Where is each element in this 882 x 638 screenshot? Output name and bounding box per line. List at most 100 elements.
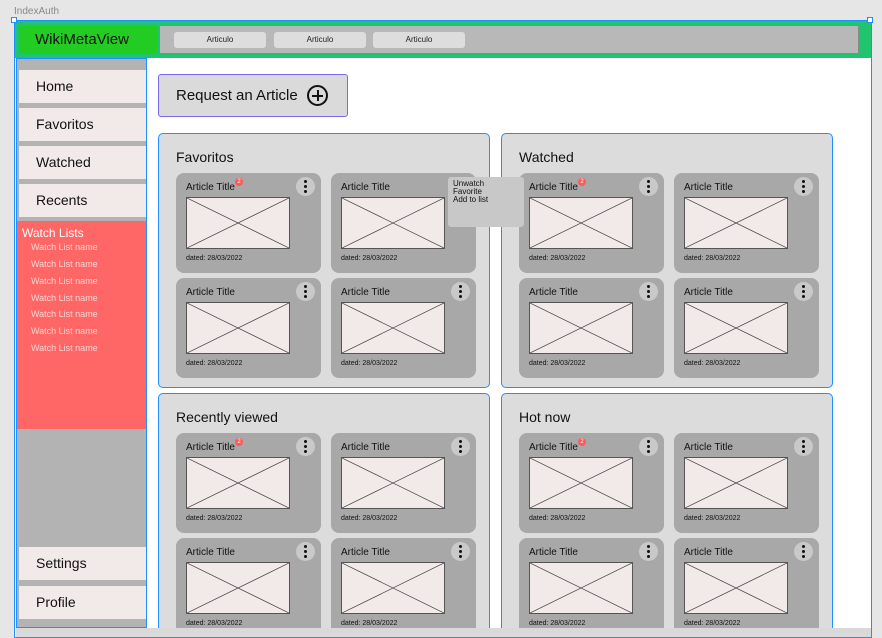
article-card[interactable]: Article Title dated: 28/03/2022 (674, 538, 819, 637)
article-title: Article Title (529, 182, 578, 193)
article-card[interactable]: Article Title dated: 28/03/2022 (331, 538, 476, 637)
section-title: Recently viewed (176, 409, 278, 425)
request-article-button[interactable]: Request an Article (158, 74, 348, 117)
article-card[interactable]: Article Title dated: 28/03/2022 (331, 278, 476, 378)
article-card[interactable]: Article Title dated: 28/03/2022 (674, 433, 819, 533)
plus-circle-icon (307, 85, 328, 106)
more-options-icon[interactable] (296, 437, 315, 456)
selection-handle[interactable] (11, 17, 17, 23)
request-article-label: Request an Article (176, 87, 298, 104)
watch-list-item[interactable]: Watch List name (31, 343, 98, 353)
article-date: dated: 28/03/2022 (684, 515, 741, 522)
article-title: Article Title (186, 182, 235, 193)
watch-list-item[interactable]: Watch List name (31, 309, 98, 319)
image-placeholder (341, 302, 445, 354)
more-options-icon[interactable] (794, 177, 813, 196)
notification-badge: 2 (235, 178, 243, 186)
tab-articulo-3[interactable]: Articulo (373, 32, 465, 48)
watch-lists-panel: Watch Lists Watch List name Watch List n… (17, 221, 146, 429)
sidebar: Home Favoritos Watched Recents Watch Lis… (16, 58, 147, 628)
section-watched: Watched Article Title 2 dated: 28/03/2022 Ar… (501, 133, 833, 388)
nav-watched[interactable]: Watched (19, 146, 146, 179)
article-card[interactable]: Article Title 2 dated: 28/03/2022 (176, 173, 321, 273)
section-title: Watched (519, 149, 574, 165)
image-placeholder (529, 197, 633, 249)
image-placeholder (684, 457, 788, 509)
nav-recents[interactable]: Recents (19, 184, 146, 217)
article-title: Article Title (341, 442, 390, 453)
image-placeholder (684, 197, 788, 249)
more-options-icon[interactable] (639, 282, 658, 301)
image-placeholder (186, 302, 290, 354)
watch-list-item[interactable]: Watch List name (31, 242, 98, 252)
article-date: dated: 28/03/2022 (684, 360, 741, 367)
notification-badge: 2 (578, 178, 586, 186)
image-placeholder (684, 562, 788, 614)
more-options-icon[interactable] (639, 542, 658, 561)
more-options-icon[interactable] (296, 282, 315, 301)
watch-list-item[interactable]: Watch List name (31, 293, 98, 303)
section-title: Hot now (519, 409, 571, 425)
more-options-icon[interactable] (639, 177, 658, 196)
article-date: dated: 28/03/2022 (529, 255, 586, 262)
tab-articulo-1[interactable]: Articulo (174, 32, 266, 48)
article-card[interactable]: Article Title dated: 28/03/2022 (674, 173, 819, 273)
bottom-bar (16, 628, 871, 637)
more-options-icon[interactable] (451, 542, 470, 561)
nav-profile[interactable]: Profile (19, 586, 146, 619)
article-title: Article Title (341, 287, 390, 298)
context-menu: Unwatch Favorite Add to list (448, 177, 524, 227)
article-title: Article Title (529, 287, 578, 298)
article-card[interactable]: Article Title dated: 28/03/2022 (176, 278, 321, 378)
article-date: dated: 28/03/2022 (186, 515, 243, 522)
article-date: dated: 28/03/2022 (341, 620, 398, 627)
article-card[interactable]: Article Title dated: 28/03/2022 (519, 278, 664, 378)
tab-articulo-2[interactable]: Articulo (274, 32, 366, 48)
more-options-icon[interactable] (794, 282, 813, 301)
image-placeholder (186, 562, 290, 614)
top-bar: WikiMetaView Articulo Articulo Articulo (15, 21, 871, 58)
nav-favoritos[interactable]: Favoritos (19, 108, 146, 141)
article-date: dated: 28/03/2022 (529, 620, 586, 627)
more-options-icon[interactable] (296, 177, 315, 196)
article-card[interactable]: Article Title 2 dated: 28/03/2022 (519, 173, 664, 273)
watch-list-item[interactable]: Watch List name (31, 259, 98, 269)
menu-item-add-to-list[interactable]: Add to list (453, 196, 488, 204)
more-options-icon[interactable] (296, 542, 315, 561)
article-title: Article Title (341, 182, 390, 193)
article-card[interactable]: Article Title dated: 28/03/2022 (674, 278, 819, 378)
more-options-icon[interactable] (451, 282, 470, 301)
article-date: dated: 28/03/2022 (684, 620, 741, 627)
more-options-icon[interactable] (639, 437, 658, 456)
article-card[interactable]: Article Title dated: 28/03/2022 (519, 538, 664, 637)
article-card[interactable]: Article Title 2 dated: 28/03/2022 (519, 433, 664, 533)
selection-handle[interactable] (867, 17, 873, 23)
nav-settings[interactable]: Settings (19, 547, 146, 580)
article-title: Article Title (684, 182, 733, 193)
article-card[interactable]: Article Title dated: 28/03/2022 (176, 538, 321, 637)
article-title: Article Title (529, 547, 578, 558)
article-title: Article Title (684, 287, 733, 298)
article-title: Article Title (341, 547, 390, 558)
article-title: Article Title (186, 442, 235, 453)
watch-list-item[interactable]: Watch List name (31, 326, 98, 336)
watch-lists-title: Watch Lists (22, 226, 84, 240)
more-options-icon[interactable] (794, 437, 813, 456)
image-placeholder (341, 562, 445, 614)
article-card[interactable]: Article Title dated: 28/03/2022 (331, 433, 476, 533)
article-card[interactable]: Article Title 2 dated: 28/03/2022 (176, 433, 321, 533)
more-options-icon[interactable] (794, 542, 813, 561)
image-placeholder (529, 562, 633, 614)
image-placeholder (341, 197, 445, 249)
watch-list-item[interactable]: Watch List name (31, 276, 98, 286)
more-options-icon[interactable] (451, 437, 470, 456)
article-title: Article Title (684, 442, 733, 453)
section-recently-viewed: Recently viewed Article Title 2 dated: 28/0… (158, 393, 490, 637)
article-title: Article Title (186, 547, 235, 558)
section-hot-now: Hot now Article Title 2 dated: 28/03/2022 Ar… (501, 393, 833, 637)
notification-badge: 2 (235, 438, 243, 446)
nav-home[interactable]: Home (19, 70, 146, 103)
brand-logo[interactable]: WikiMetaView (19, 25, 157, 54)
article-date: dated: 28/03/2022 (529, 515, 586, 522)
image-placeholder (341, 457, 445, 509)
